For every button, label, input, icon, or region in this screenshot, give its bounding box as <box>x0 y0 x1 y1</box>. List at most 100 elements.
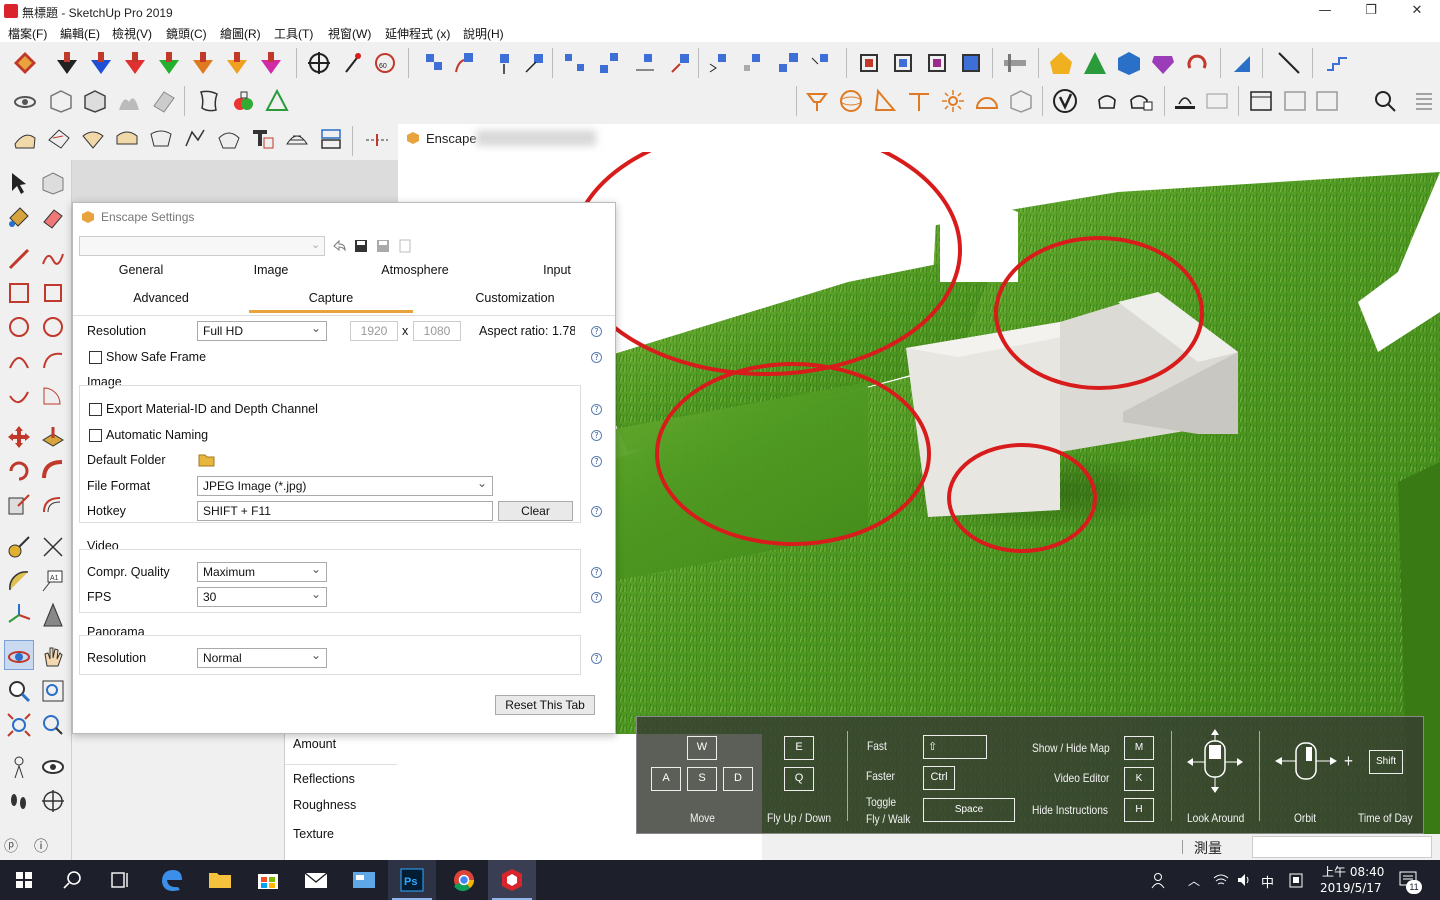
circle-icon[interactable] <box>6 314 32 340</box>
pencil-icon[interactable] <box>6 246 32 272</box>
make-component-icon[interactable] <box>40 170 66 196</box>
tab-capture[interactable]: Capture <box>283 291 379 305</box>
help-icon[interactable]: ? <box>591 592 602 603</box>
windows-start-icon[interactable] <box>0 860 48 900</box>
frame-buffer-icon[interactable] <box>1204 88 1230 114</box>
help-icon[interactable]: ? <box>591 430 602 441</box>
resolution-dropdown[interactable]: Full HD <box>197 321 327 341</box>
menu-edit[interactable]: 編輯(E) <box>60 25 100 42</box>
tab-customization[interactable]: Customization <box>463 291 567 305</box>
previous-view-icon[interactable] <box>40 712 66 738</box>
sandbox-grid-icon[interactable] <box>150 88 176 114</box>
eraser-icon[interactable] <box>40 204 66 230</box>
axis-black-icon[interactable] <box>54 50 80 76</box>
protractor-tool-icon[interactable] <box>6 568 32 594</box>
ime-indicator[interactable]: 中 <box>1261 872 1274 891</box>
frame-icon[interactable] <box>890 50 916 76</box>
search-icon[interactable] <box>48 860 96 900</box>
menu-tools[interactable]: 工具(T) <box>274 25 313 42</box>
offset-icon[interactable] <box>40 492 66 518</box>
text-t-icon[interactable] <box>250 126 276 152</box>
line-light-icon[interactable] <box>906 88 932 114</box>
network-icon[interactable] <box>1212 872 1230 888</box>
flip-edge-icon[interactable] <box>216 126 242 152</box>
three-point-arc-icon[interactable] <box>6 382 32 408</box>
panorama-resolution-dropdown[interactable]: Normal <box>197 648 327 668</box>
push-pull-icon[interactable] <box>40 424 66 450</box>
people-icon[interactable] <box>1150 871 1170 889</box>
width-input[interactable]: 1920 <box>350 321 398 341</box>
sun-icon[interactable] <box>940 88 966 114</box>
gem-icon[interactable] <box>1150 50 1176 76</box>
store-icon[interactable] <box>244 860 292 900</box>
rotated-rectangle-icon[interactable] <box>40 280 66 306</box>
axis-amber-icon[interactable] <box>224 50 250 76</box>
terrain-grid-icon[interactable] <box>284 126 310 152</box>
text-tool-icon[interactable]: A1 <box>40 568 66 594</box>
folder-open-icon[interactable] <box>198 452 216 468</box>
vray-logo-icon[interactable] <box>1052 88 1078 114</box>
control-panel-icon[interactable] <box>340 860 388 900</box>
crosshair-icon[interactable] <box>306 50 332 76</box>
cube-icon[interactable] <box>1116 50 1142 76</box>
clock-date[interactable]: 2019/5/17 <box>1320 881 1382 895</box>
undo-icon[interactable] <box>331 238 347 254</box>
array-icon[interactable] <box>632 50 658 76</box>
menu-window[interactable]: 視窗(W) <box>328 25 371 42</box>
arc-icon[interactable] <box>6 348 32 374</box>
stamp-icon[interactable] <box>114 126 140 152</box>
stack-icon[interactable] <box>318 126 344 152</box>
smoove-icon[interactable] <box>80 126 106 152</box>
pan-hand-icon[interactable] <box>40 644 66 670</box>
automatic-naming-checkbox[interactable] <box>89 429 102 442</box>
window-icon[interactable] <box>1282 88 1308 114</box>
help-icon[interactable]: ? <box>591 456 602 467</box>
render-region-icon[interactable] <box>1172 88 1198 114</box>
pie-icon[interactable] <box>40 382 66 408</box>
array-icon[interactable] <box>562 50 588 76</box>
sandbox-from-contours-icon[interactable] <box>12 126 38 152</box>
look-around-eye-icon[interactable] <box>40 754 66 780</box>
magnifier-icon[interactable] <box>1372 88 1398 114</box>
move-red-icon[interactable] <box>12 50 38 76</box>
axis-magenta-icon[interactable] <box>258 50 284 76</box>
add-detail-icon[interactable] <box>182 126 208 152</box>
section-plane-tool-icon[interactable] <box>40 788 66 814</box>
axis-orange-icon[interactable] <box>190 50 216 76</box>
tab-input[interactable]: Input <box>527 263 587 277</box>
scale-icon[interactable] <box>6 492 32 518</box>
menu-camera[interactable]: 鏡頭(C) <box>166 25 207 42</box>
sketchup-icon[interactable] <box>488 860 536 900</box>
dimension-tool-icon[interactable] <box>40 534 66 560</box>
help-icon[interactable]: ? <box>591 352 602 363</box>
zoom-window-icon[interactable] <box>40 678 66 704</box>
task-view-icon[interactable] <box>96 860 144 900</box>
orbit-icon[interactable] <box>6 644 32 670</box>
tab-general[interactable]: General <box>97 263 185 277</box>
axis-green-icon[interactable] <box>156 50 182 76</box>
teapot-hand-icon[interactable] <box>1128 88 1154 114</box>
file-explorer-icon[interactable] <box>196 860 244 900</box>
spot-light-icon[interactable] <box>872 88 898 114</box>
window-icon[interactable] <box>1248 88 1274 114</box>
array-icon[interactable] <box>452 50 478 76</box>
mail-icon[interactable] <box>292 860 340 900</box>
dome-light-icon[interactable] <box>974 88 1000 114</box>
array-icon[interactable] <box>668 50 694 76</box>
sandbox-icon[interactable] <box>116 88 142 114</box>
teapot-icon[interactable] <box>1094 88 1120 114</box>
array-icon[interactable] <box>420 50 446 76</box>
axes-tool-icon[interactable] <box>6 602 32 628</box>
array-icon[interactable] <box>808 50 834 76</box>
drape-icon[interactable] <box>148 126 174 152</box>
array-icon[interactable] <box>596 50 622 76</box>
geo-location-icon[interactable]: ⓟ <box>4 836 18 856</box>
frame-icon[interactable] <box>856 50 882 76</box>
subtract-icon[interactable] <box>264 88 290 114</box>
clock-time[interactable]: 上午 08:40 <box>1322 863 1384 880</box>
position-camera-icon[interactable] <box>6 754 32 780</box>
select-arrow-icon[interactable] <box>6 170 32 196</box>
array-icon[interactable] <box>706 50 732 76</box>
walk-footprints-icon[interactable] <box>6 788 32 814</box>
help-icon[interactable]: ? <box>591 653 602 664</box>
